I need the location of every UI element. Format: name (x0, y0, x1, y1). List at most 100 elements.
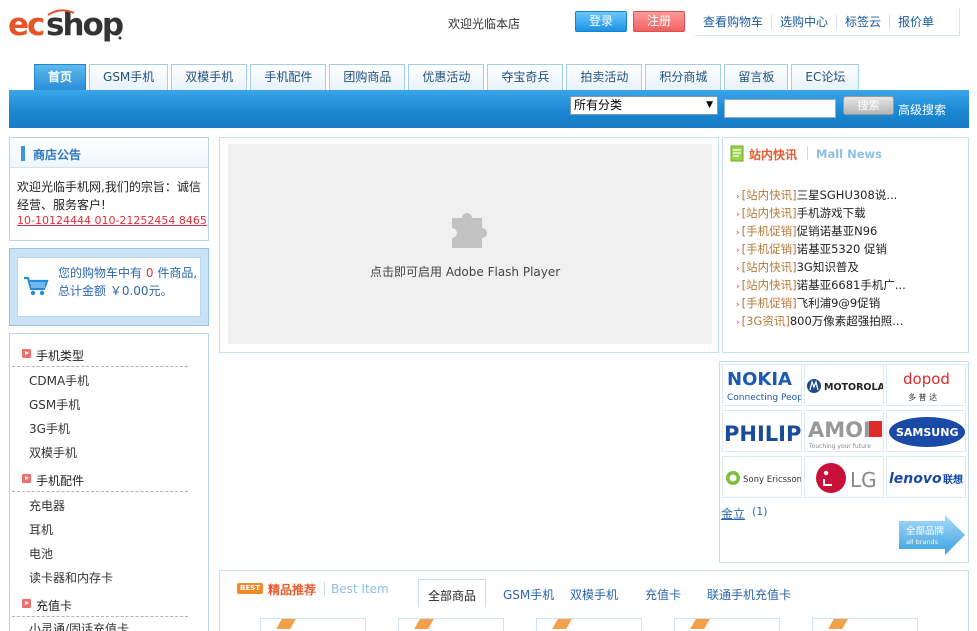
svg-text:Touching your future: Touching your future (808, 443, 871, 450)
document-icon (730, 145, 744, 162)
product-thumbnail[interactable] (536, 618, 642, 631)
brand-dopod-logo[interactable]: dopod 多 普 达 (886, 364, 966, 406)
cart-summary: 您的购物车中有 0 件商品,总计金额 ￥0.00元。 (9, 248, 209, 326)
notice-marker-icon (21, 146, 25, 161)
tag-cloud-link[interactable]: 标签云 (837, 14, 891, 29)
category-item-battery[interactable]: 电池 (29, 545, 53, 562)
best-tab-top-up[interactable]: 充值卡 (645, 586, 681, 603)
search-input[interactable] (724, 99, 836, 118)
brand-amoi-logo[interactable]: AMOI Touching your future (804, 410, 884, 452)
news-item[interactable]: › [3G资讯]800万像素超强拍照... (736, 313, 903, 329)
news-item[interactable]: › [手机促销]促销诺基亚N96 (736, 223, 877, 239)
product-thumbnail[interactable] (812, 618, 918, 631)
svg-text:Connecting People: Connecting People (727, 393, 802, 403)
news-item[interactable]: › [手机促销]诺基亚5320 促销 (736, 241, 887, 257)
news-text: 诺基亚5320 促销 (796, 242, 888, 256)
category-item-cdma[interactable]: CDMA手机 (29, 372, 89, 389)
all-brands-button[interactable]: 全部品牌 all brands (899, 515, 965, 555)
tab-home[interactable]: 首页 (34, 64, 87, 90)
product-thumbnail[interactable] (674, 618, 780, 631)
best-tab-all[interactable]: 全部商品 (418, 579, 487, 607)
svg-text:PHILIPS: PHILIPS (724, 422, 802, 446)
category-item-earphone[interactable]: 耳机 (29, 521, 53, 538)
triangle-right-icon: › (736, 210, 740, 220)
shopping-cart-icon (24, 276, 49, 296)
tab-points-mall[interactable]: 积分商城 (645, 64, 722, 90)
news-text: 促销诺基亚N96 (796, 224, 878, 238)
category-item-charger[interactable]: 充电器 (29, 497, 65, 514)
tab-auction[interactable]: 拍卖活动 (566, 64, 643, 90)
flash-prompt[interactable]: 点击即可启用 Adobe Flash Player (370, 263, 560, 280)
brand-lg-logo[interactable]: LG (804, 456, 884, 498)
category-item-3g[interactable]: 3G手机 (29, 420, 70, 437)
category-item-gsm[interactable]: GSM手机 (29, 396, 80, 413)
category-select-value: 所有分类 (574, 98, 623, 112)
triangle-right-icon: › (736, 318, 740, 328)
divider (324, 582, 325, 596)
brand-link-count: (1) (752, 505, 768, 518)
svg-text:Sony Ericsson: Sony Ericsson (743, 475, 802, 485)
product-thumbnail[interactable] (398, 618, 504, 631)
brand-nokia-logo[interactable]: NOKIA Connecting People (722, 364, 802, 406)
brand-link-jinli[interactable]: 金立 (721, 505, 745, 522)
shopping-center-link[interactable]: 选购中心 (772, 14, 838, 29)
category-head-accessories[interactable]: 手机配件 (12, 468, 188, 492)
triangle-right-icon: › (736, 228, 740, 238)
brand-samsung-logo[interactable]: SAMSUNG (886, 410, 966, 452)
category-item-phs-card[interactable]: 小灵通/固话充值卡 (29, 620, 129, 631)
category-head-top-up[interactable]: 充值卡 (12, 593, 188, 617)
tab-message-board[interactable]: 留言板 (724, 64, 789, 90)
svg-text:SAMSUNG: SAMSUNG (896, 426, 958, 439)
news-title-en: Mall News (816, 147, 882, 161)
tab-snatch[interactable]: 夺宝奇兵 (487, 64, 564, 90)
view-cart-link[interactable]: 查看购物车 (695, 14, 773, 29)
news-title: 站内快讯 (749, 148, 798, 162)
welcome-text: 欢迎光临本店 (448, 17, 521, 31)
category-item-card-reader[interactable]: 读卡器和内存卡 (29, 569, 113, 586)
tab-forum[interactable]: EC论坛 (791, 64, 860, 90)
arrow-right-icon (22, 474, 31, 483)
tab-gsm[interactable]: GSM手机 (89, 64, 169, 90)
news-tag: [站内快讯] (741, 278, 797, 292)
best-badge: BEST (237, 583, 263, 594)
best-tab-unicom-card[interactable]: 联通手机充值卡 (707, 586, 791, 603)
search-button[interactable]: 搜索 (843, 96, 894, 115)
tab-accessories[interactable]: 手机配件 (250, 64, 327, 90)
news-item[interactable]: › [手机促销]飞利浦9@9促销 (736, 295, 880, 311)
brand-lenovo-logo[interactable]: lenovo 联想 (886, 456, 966, 498)
news-item[interactable]: › [站内快讯]3G知识普及 (736, 259, 859, 275)
brand-sony-ericsson-logo[interactable]: Sony Ericsson (722, 456, 802, 498)
news-tag: [手机促销] (741, 296, 797, 310)
best-tab-gsm[interactable]: GSM手机 (503, 586, 554, 603)
cart-count: 0 (145, 266, 154, 280)
quote-list-link[interactable]: 报价单 (890, 15, 942, 29)
brand-motorola-logo[interactable]: MOTOROLA (804, 364, 884, 406)
all-brands-label: 全部品牌 (906, 525, 945, 537)
tab-promotions[interactable]: 优惠活动 (408, 64, 485, 90)
category-item-dual-mode[interactable]: 双模手机 (29, 444, 77, 461)
advanced-search-link[interactable]: 高级搜索 (898, 101, 946, 118)
news-tag: [手机促销] (741, 242, 797, 256)
tab-dual-mode[interactable]: 双模手机 (171, 64, 248, 90)
arrow-right-icon (22, 599, 31, 608)
news-text: 三星SGHU308说... (796, 188, 898, 202)
news-item[interactable]: › [站内快讯]三星SGHU308说... (736, 187, 897, 203)
cart-text: 您的购物车中有 0 件商品,总计金额 ￥0.00元。 (58, 264, 200, 300)
brand-philips-logo[interactable]: PHILIPS (722, 410, 802, 452)
category-title: 充值卡 (36, 599, 73, 613)
category-head-phone-type[interactable]: 手机类型 (12, 343, 188, 367)
login-button[interactable]: 登录 (575, 11, 627, 32)
category-select[interactable]: 所有分类 ▼ (570, 96, 718, 115)
news-tag: [3G资讯] (741, 314, 790, 328)
arrow-right-icon (22, 349, 31, 358)
tab-group-buy[interactable]: 团购商品 (329, 64, 406, 90)
ecshop-logo[interactable]: ec shop (8, 5, 133, 43)
news-text: 诺基亚6681手机广... (796, 278, 906, 292)
news-item[interactable]: › [站内快讯]诺基亚6681手机广... (736, 277, 906, 293)
register-button[interactable]: 注册 (633, 11, 685, 32)
notice-phone[interactable]: 10-10124444 010-21252454 8465544 (17, 214, 207, 227)
svg-text:shop: shop (46, 7, 123, 43)
news-item[interactable]: › [站内快讯]手机游戏下载 (736, 205, 866, 221)
best-tab-dual-mode[interactable]: 双模手机 (570, 586, 618, 603)
product-thumbnail[interactable] (260, 618, 366, 631)
